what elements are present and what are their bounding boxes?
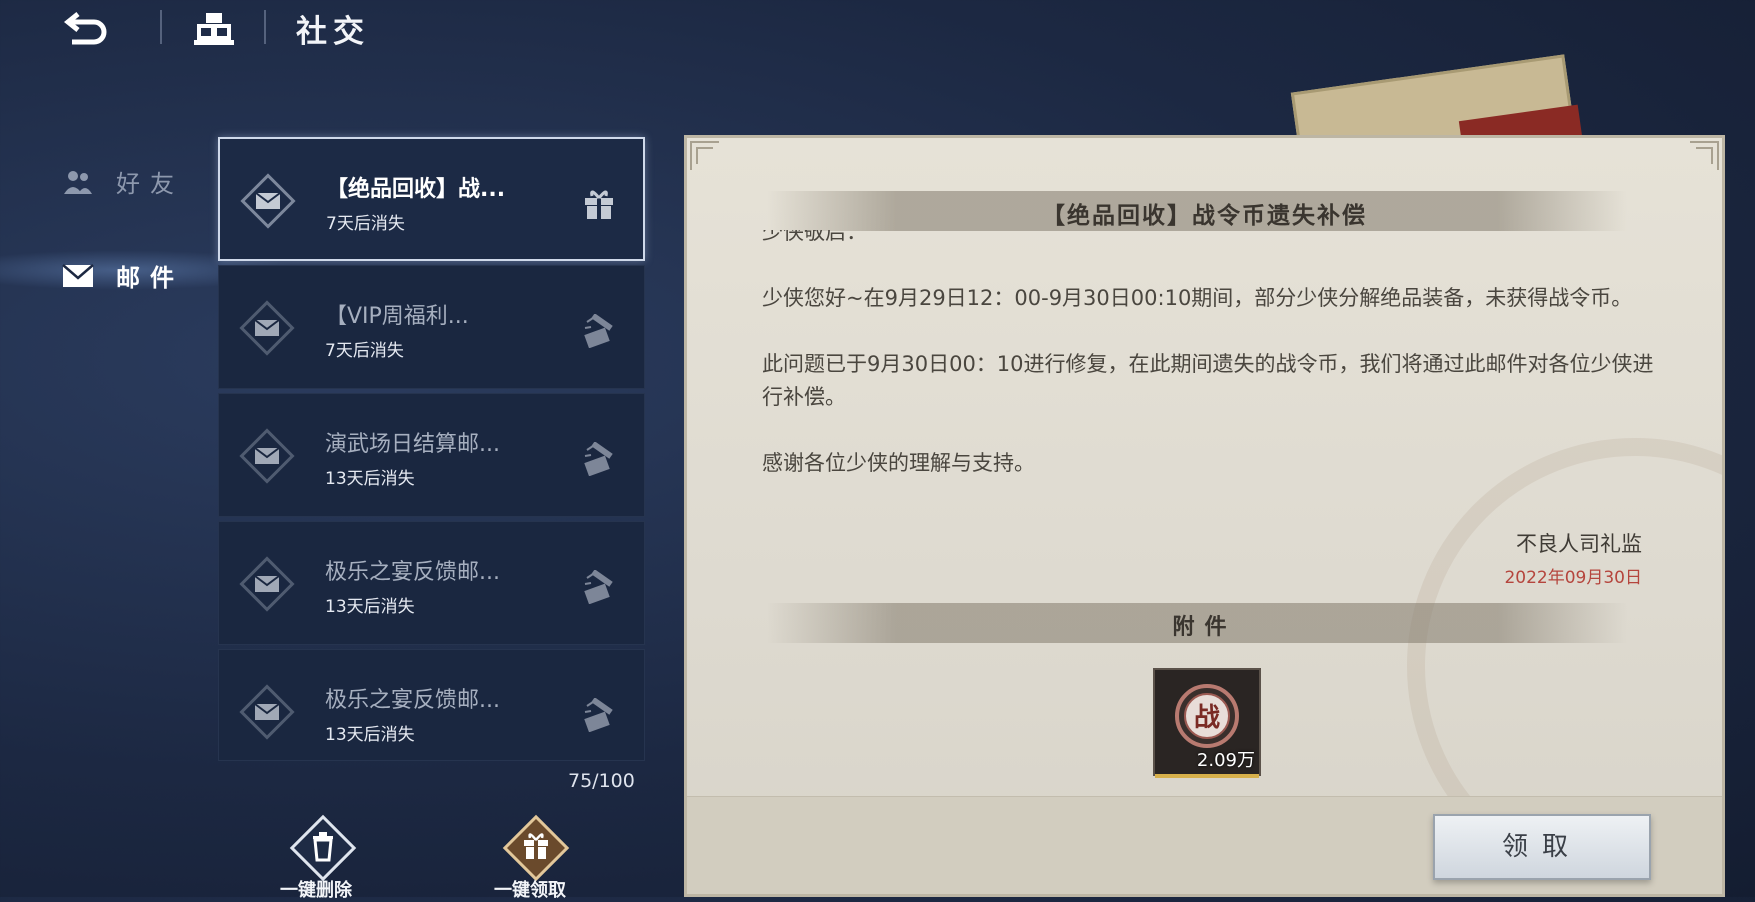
attachment-label: 附件 [1172, 615, 1237, 640]
envelope-icon [239, 428, 295, 484]
gift-icon [585, 190, 613, 219]
mail-list-item[interactable]: 【绝品回收】战... 7天后消失 [218, 137, 645, 261]
divider [264, 10, 266, 44]
delete-all-label: 一键删除 [280, 880, 352, 901]
mail-paragraph: 少侠您好~在9月29日12：00-9月30日00:10期间，部分少侠分解绝品装备… [762, 286, 1633, 310]
envelope-icon [239, 556, 295, 612]
mail-greeting: 少侠敬启： [762, 230, 867, 244]
home-icon[interactable] [190, 10, 238, 48]
mail-expire-text: 13天后消失 [325, 597, 415, 617]
attachment-quantity: 2.09万 [1196, 750, 1255, 771]
envelope-icon [239, 684, 295, 740]
mail-detail-panel: 【绝品回收】战令币遗失补偿 少侠敬启： 少侠您好~在9月29日12：00-9月3… [684, 135, 1725, 897]
mail-expire-text: 13天后消失 [325, 469, 415, 489]
nav-item-mail[interactable]: 邮件 [62, 258, 184, 293]
mail-title: 演武场日结算邮... [325, 432, 500, 457]
mail-list: 【绝品回收】战... 7天后消失 【VIP周福利... 7天后消失 演武场日结算… [218, 137, 645, 765]
claim-all-button[interactable] [500, 812, 572, 884]
mail-list-item[interactable]: 演武场日结算邮... 13天后消失 [218, 393, 645, 517]
back-arrow-icon[interactable] [62, 10, 112, 50]
mail-expire-text: 7天后消失 [325, 341, 404, 361]
divider [160, 10, 162, 44]
top-bar: 社交 [0, 0, 1755, 60]
mail-list-item[interactable]: 极乐之宴反馈邮... 13天后消失 [218, 521, 645, 645]
mail-paragraph: 感谢各位少侠的理解与支持。 [762, 451, 1035, 475]
mail-title: 【绝品回收】战... [326, 177, 506, 202]
nav-label-mail: 邮件 [116, 264, 184, 292]
nav-item-friends[interactable]: 好友 [62, 164, 184, 199]
friends-icon [64, 170, 92, 194]
mail-subject: 【绝品回收】战令币遗失补偿 [1042, 203, 1367, 229]
envelope-icon [239, 300, 295, 356]
opened-gift-icon [584, 570, 613, 604]
attachment-item-slot[interactable]: 战 2.09万 [1153, 668, 1261, 778]
mail-title: 极乐之宴反馈邮... [325, 688, 500, 713]
mail-count: 75/100 [568, 770, 635, 792]
mail-date: 2022年09月30日 [1504, 568, 1642, 588]
item-rarity-bar [1155, 774, 1259, 778]
claim-button[interactable]: 领取 [1433, 814, 1651, 880]
delete-all-button[interactable] [287, 812, 359, 884]
claim-all-label: 一键领取 [494, 880, 566, 901]
mail-icon [62, 263, 94, 287]
token-char: 战 [1194, 703, 1220, 733]
opened-gift-icon [584, 442, 613, 476]
mail-title: 【VIP周福利... [325, 304, 469, 329]
corner-ornament-icon [1690, 141, 1719, 170]
mail-title: 极乐之宴反馈邮... [325, 560, 500, 585]
opened-gift-icon [584, 314, 613, 348]
mail-list-item[interactable]: 【VIP周福利... 7天后消失 [218, 265, 645, 389]
opened-gift-icon [584, 698, 613, 732]
mail-expire-text: 13天后消失 [325, 725, 415, 745]
envelope-icon [240, 173, 296, 229]
page-title: 社交 [296, 14, 370, 50]
corner-ornament-icon [690, 141, 719, 170]
mail-paragraph: 此问题已于9月30日00：10进行修复，在此期间遗失的战令币，我们将通过此邮件对… [762, 352, 1654, 409]
mail-signature: 不良人司礼监 [1516, 532, 1642, 556]
mail-list-item[interactable]: 极乐之宴反馈邮... 13天后消失 [218, 649, 645, 761]
mail-expire-text: 7天后消失 [326, 214, 405, 234]
nav-label-friends: 好友 [116, 170, 184, 198]
mail-body[interactable]: 少侠敬启： 少侠您好~在9月29日12：00-9月30日00:10期间，部分少侠… [762, 230, 1672, 620]
